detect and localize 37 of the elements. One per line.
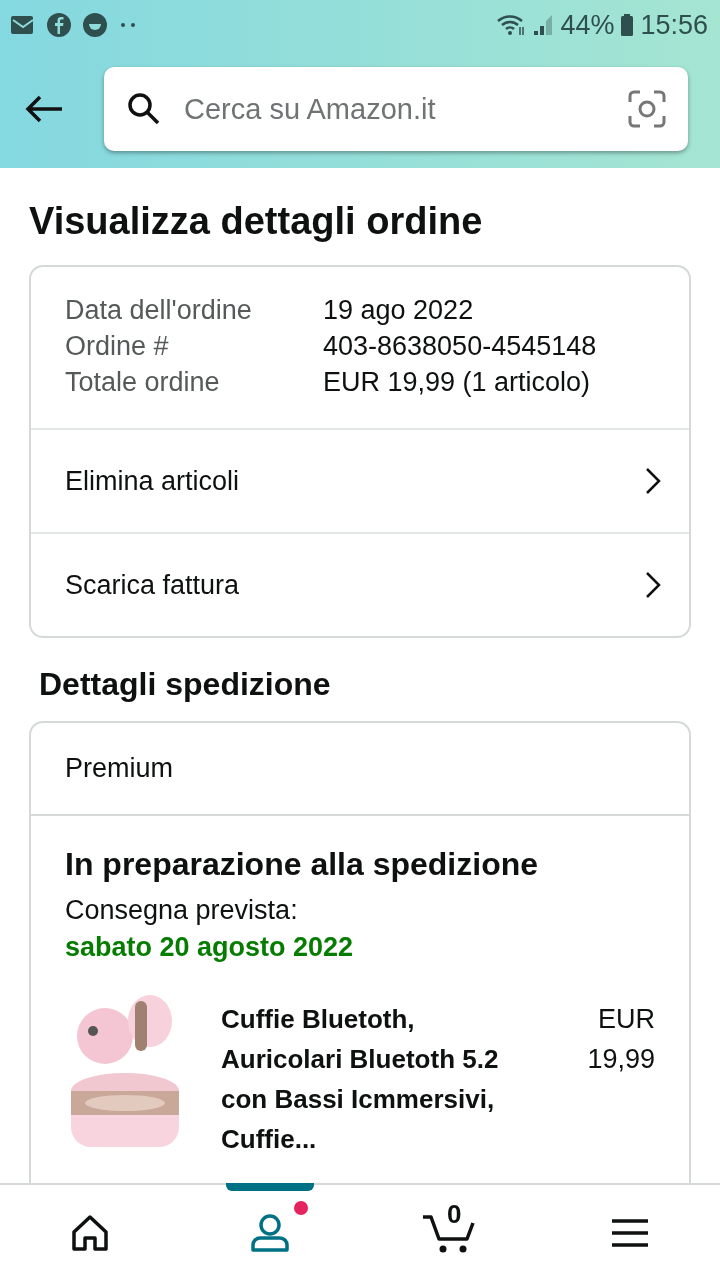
product-title[interactable]: Cuffie Bluetoth, Auricolari Bluetoth 5.2 con Bassi Icmmersivi, Cuffie... bbox=[221, 999, 506, 1159]
facebook-icon bbox=[46, 12, 72, 38]
summary-value: 19 ago 2022 bbox=[323, 295, 475, 326]
home-icon bbox=[70, 1213, 110, 1252]
order-action-row[interactable]: Scarica fattura bbox=[31, 532, 689, 636]
search-icon bbox=[126, 91, 162, 127]
section-heading: Dettagli spedizione bbox=[39, 666, 332, 703]
summary-value: EUR 19,99 (1 articolo) bbox=[323, 367, 592, 398]
price-currency: EUR bbox=[598, 1003, 655, 1036]
shipping-service: Premium bbox=[31, 723, 689, 816]
person-icon bbox=[249, 1212, 291, 1253]
cart-count: 0 bbox=[447, 1198, 462, 1230]
more-dots-icon bbox=[118, 21, 138, 29]
delivery-date: sabato 20 agosto 2022 bbox=[65, 932, 355, 963]
price-amount: 19,99 bbox=[587, 1043, 655, 1076]
notification-dot bbox=[294, 1201, 308, 1215]
chevron-right-icon bbox=[645, 467, 661, 495]
page-title: Visualizza dettagli ordine bbox=[29, 200, 484, 243]
summary-label: Data dell'ordine bbox=[65, 295, 253, 326]
summary-label: Totale ordine bbox=[65, 367, 221, 398]
delivery-label: Consegna prevista: bbox=[65, 895, 299, 926]
battery-icon bbox=[620, 13, 635, 37]
camera-icon[interactable] bbox=[628, 90, 666, 128]
order-action-row[interactable]: Elimina articoli bbox=[31, 428, 689, 532]
shipment-status: In preparazione alla spedizione bbox=[65, 846, 539, 883]
signal-icon bbox=[532, 13, 555, 37]
wifi-icon bbox=[496, 13, 527, 37]
summary-label: Ordine # bbox=[65, 331, 170, 362]
clock: 15:56 bbox=[640, 9, 708, 41]
search-bar[interactable]: Cerca su Amazon.it bbox=[104, 67, 688, 151]
summary-value: 403-8638050-4545148 bbox=[323, 331, 598, 362]
cart-tab[interactable]: 0 bbox=[360, 1185, 540, 1280]
chevron-right-icon bbox=[645, 571, 661, 599]
smiley-icon bbox=[82, 12, 108, 38]
mail-icon bbox=[10, 13, 36, 37]
menu-icon bbox=[611, 1217, 649, 1248]
battery-percentage: 44% bbox=[560, 9, 615, 41]
